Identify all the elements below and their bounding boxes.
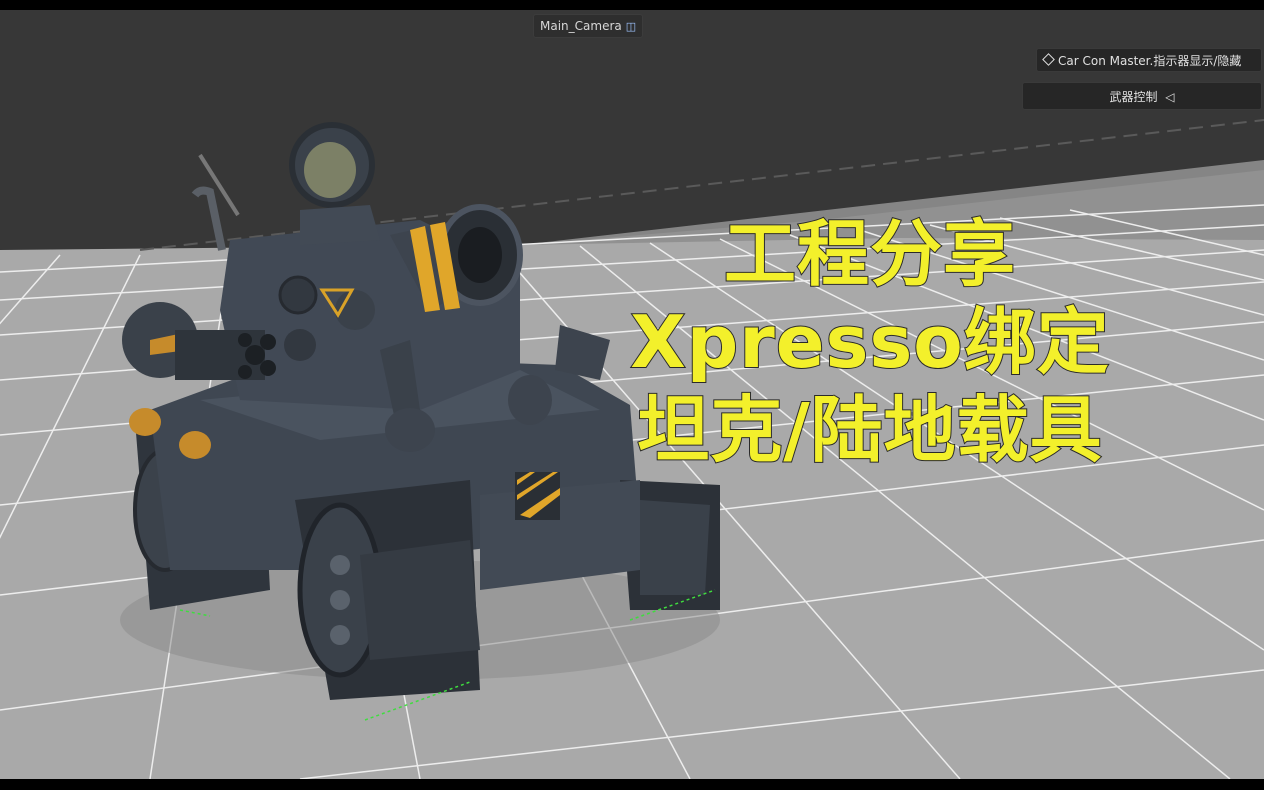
3d-viewport[interactable]: Main_Camera ◫ Car Con Master.指示器显示/隐藏 武器控…	[0, 10, 1264, 779]
overlay-title-line3: 坦克/陆地载具	[636, 387, 1103, 473]
diamond-icon	[1042, 53, 1055, 66]
weapon-control-label: 武器控制	[1109, 90, 1158, 104]
letterbox-bottom	[0, 779, 1264, 790]
indicator-toggle-label: Car Con Master.指示器显示/隐藏	[1058, 54, 1242, 68]
overlay-title: 工程分享 Xpresso绑定 坦克/陆地载具	[590, 210, 1150, 474]
camera-label[interactable]: Main_Camera ◫	[533, 14, 644, 38]
triangle-left-icon: ◁	[1165, 90, 1175, 104]
letterbox-top	[0, 0, 1264, 10]
hazard-stripe-plate	[515, 472, 560, 520]
indicator-toggle-button[interactable]: Car Con Master.指示器显示/隐藏	[1036, 48, 1262, 72]
commander-hatch	[289, 122, 380, 245]
overlay-title-line2: Xpresso绑定	[629, 299, 1110, 385]
camera-label-text: Main_Camera	[540, 19, 622, 33]
camera-icon: ◫	[625, 20, 637, 33]
overlay-title-line1: 工程分享	[723, 211, 1016, 297]
weapon-control-button[interactable]: 武器控制 ◁	[1022, 82, 1262, 110]
